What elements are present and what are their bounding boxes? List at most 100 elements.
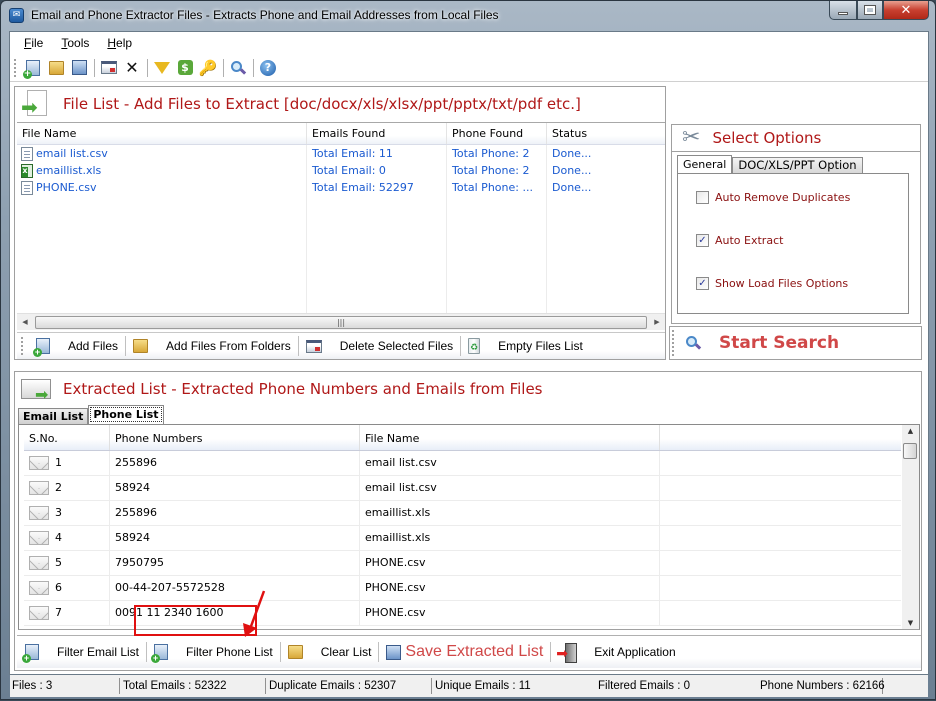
filter-email-list-button[interactable]: Filter Email List — [17, 636, 146, 668]
scroll-up-icon[interactable]: ▲ — [902, 427, 919, 435]
start-search-button[interactable]: Start Search — [669, 326, 922, 360]
add-files-from-folders-button[interactable]: Add Files From Folders — [126, 333, 298, 359]
toolbar-search-button[interactable] — [227, 57, 249, 79]
tab-email-list[interactable]: Email List — [18, 408, 89, 424]
scroll-down-icon[interactable]: ▼ — [902, 619, 919, 627]
recycle-bin-icon — [468, 338, 481, 354]
search-icon — [231, 60, 242, 72]
row-sno: 4 — [55, 531, 62, 544]
filter-phone-list-button[interactable]: Filter Phone List — [147, 636, 280, 668]
column-file-name[interactable]: File Name — [360, 425, 660, 450]
show-load-files-options-checkbox[interactable]: ✓ Show Load Files Options — [696, 277, 848, 290]
envelope-icon — [29, 481, 49, 495]
checkbox-label: Auto Extract — [715, 234, 784, 247]
add-files-icon — [23, 59, 40, 79]
save-icon — [386, 644, 402, 660]
minimize-button[interactable] — [829, 1, 857, 20]
scroll-thumb[interactable]: ||| — [35, 315, 647, 329]
toolbar-filter-button[interactable] — [151, 57, 173, 79]
phone-row[interactable]: 3 255896 emaillist.xls — [24, 501, 901, 526]
phone-row[interactable]: 2 58924 email list.csv — [24, 476, 901, 501]
auto-remove-duplicates-checkbox[interactable]: Auto Remove Duplicates — [696, 191, 850, 204]
phone-row[interactable]: 4 58924 emaillist.xls — [24, 526, 901, 551]
toolbar-save-button[interactable] — [68, 57, 90, 79]
column-phone-found[interactable]: Phone Found — [447, 123, 547, 144]
row-file-name: emaillist.xls — [360, 526, 660, 550]
scroll-left-icon[interactable]: ◀ — [17, 318, 33, 326]
status-phone-numbers: Phone Numbers : 62166 — [738, 678, 885, 694]
phone-row[interactable]: 5 7950795 PHONE.csv — [24, 551, 901, 576]
button-bar-grip — [21, 337, 24, 355]
envelope-icon — [29, 556, 49, 570]
auto-extract-checkbox[interactable]: ✓ Auto Extract — [696, 234, 783, 247]
select-options-title: Select Options — [712, 129, 822, 147]
filter-email-label: Filter Email List — [57, 645, 140, 659]
empty-list-label: Empty Files List — [498, 339, 583, 353]
app-envelope-icon: ✉ — [9, 8, 24, 23]
file-list-table: File Name Emails Found Phone Found Statu… — [17, 122, 665, 313]
mail-arrow-icon: ➡ — [21, 375, 53, 403]
column-status[interactable]: Status — [547, 123, 665, 144]
grip — [672, 330, 675, 356]
scroll-right-icon[interactable]: ▶ — [649, 318, 665, 326]
column-phone-numbers[interactable]: Phone Numbers — [110, 425, 360, 450]
maximize-button[interactable] — [857, 1, 883, 20]
toolbar-add-files-button[interactable] — [22, 57, 44, 79]
column-emails-found[interactable]: Emails Found — [307, 123, 447, 144]
file-row[interactable]: PHONE.csv Total Email: 52297 Total Phone… — [17, 179, 665, 196]
row-file-name: PHONE.csv — [360, 576, 660, 600]
status-total-emails: Total Emails : 52322 — [120, 678, 266, 694]
exit-application-button[interactable]: Exit Application — [551, 636, 682, 668]
delete-selected-icon — [101, 61, 117, 74]
file-list-panel: ➡ File List - Add Files to Extract [doc/… — [14, 86, 666, 360]
phone-list-vertical-scrollbar[interactable]: ▲ ▼ — [902, 425, 919, 629]
title-bar[interactable]: ✉ Email and Phone Extractor Files - Extr… — [1, 1, 935, 29]
extracted-tabs: Email List Phone List — [18, 405, 164, 424]
toolbar-remove-button[interactable]: ✕ — [121, 57, 143, 79]
tab-doc-xls-ppt-option[interactable]: DOC/XLS/PPT Option — [732, 157, 863, 173]
file-list-horizontal-scrollbar[interactable]: ◀ ||| ▶ — [17, 313, 665, 330]
phone-list-table: S.No. Phone Numbers File Name 1 255896 ema… — [18, 424, 920, 630]
window-title: Email and Phone Extractor Files - Extrac… — [31, 8, 499, 22]
extracted-list-title: Extracted List - Extracted Phone Numbers… — [63, 380, 543, 398]
maximize-icon — [864, 5, 876, 15]
column-extra[interactable] — [660, 425, 901, 450]
filter-icon — [154, 61, 170, 74]
checkbox-unchecked[interactable] — [696, 191, 709, 204]
toolbar-add-folder-button[interactable] — [45, 57, 67, 79]
select-options-header: ✂ Select Options — [671, 124, 921, 152]
add-files-button[interactable]: Add Files — [29, 333, 125, 359]
emails-found: Total Email: 52297 — [307, 179, 447, 196]
toolbar-register-button[interactable]: 🔑 — [197, 57, 219, 79]
scroll-thumb[interactable] — [903, 443, 917, 459]
toolbar-separator — [147, 58, 148, 77]
column-sno[interactable]: S.No. — [24, 425, 110, 450]
empty-files-list-button[interactable]: Empty Files List — [461, 333, 590, 359]
file-status: Done... — [552, 164, 592, 177]
menu-file[interactable]: File — [24, 36, 43, 50]
checkmark-icon[interactable]: ✓ — [696, 277, 709, 290]
toolbar-delete-button[interactable] — [98, 57, 120, 79]
save-extracted-list-button[interactable]: Save Extracted List — [379, 636, 550, 668]
toolbar-help-button[interactable]: ? — [257, 57, 279, 79]
checkmark-icon[interactable]: ✓ — [696, 234, 709, 247]
exit-label: Exit Application — [594, 645, 676, 659]
toolbar-buy-button[interactable]: $ — [174, 57, 196, 79]
delete-selected-files-button[interactable]: Delete Selected Files — [299, 333, 460, 359]
status-bar: Files : 3 Total Emails : 52322 Duplicate… — [10, 675, 928, 697]
file-row[interactable]: email list.csv Total Email: 11 Total Pho… — [17, 145, 665, 162]
clear-list-button[interactable]: Clear List — [281, 636, 379, 668]
toolbar-grip[interactable] — [14, 58, 17, 77]
file-row[interactable]: emaillist.xls Total Email: 0 Total Phone… — [17, 162, 665, 179]
menu-help[interactable]: Help — [107, 36, 132, 50]
phone-row[interactable]: 1 255896 email list.csv — [24, 451, 901, 476]
filter-phone-icon — [151, 644, 169, 663]
close-button[interactable]: ✕ — [883, 1, 929, 20]
row-extra — [660, 476, 901, 500]
tab-phone-list[interactable]: Phone List — [88, 405, 164, 424]
tab-general[interactable]: General — [677, 155, 733, 173]
filter-email-icon — [22, 644, 39, 663]
column-file-name[interactable]: File Name — [17, 123, 307, 144]
phone-row[interactable]: 6 00-44-207-5572528 PHONE.csv — [24, 576, 901, 601]
menu-tools[interactable]: Tools — [61, 36, 89, 50]
